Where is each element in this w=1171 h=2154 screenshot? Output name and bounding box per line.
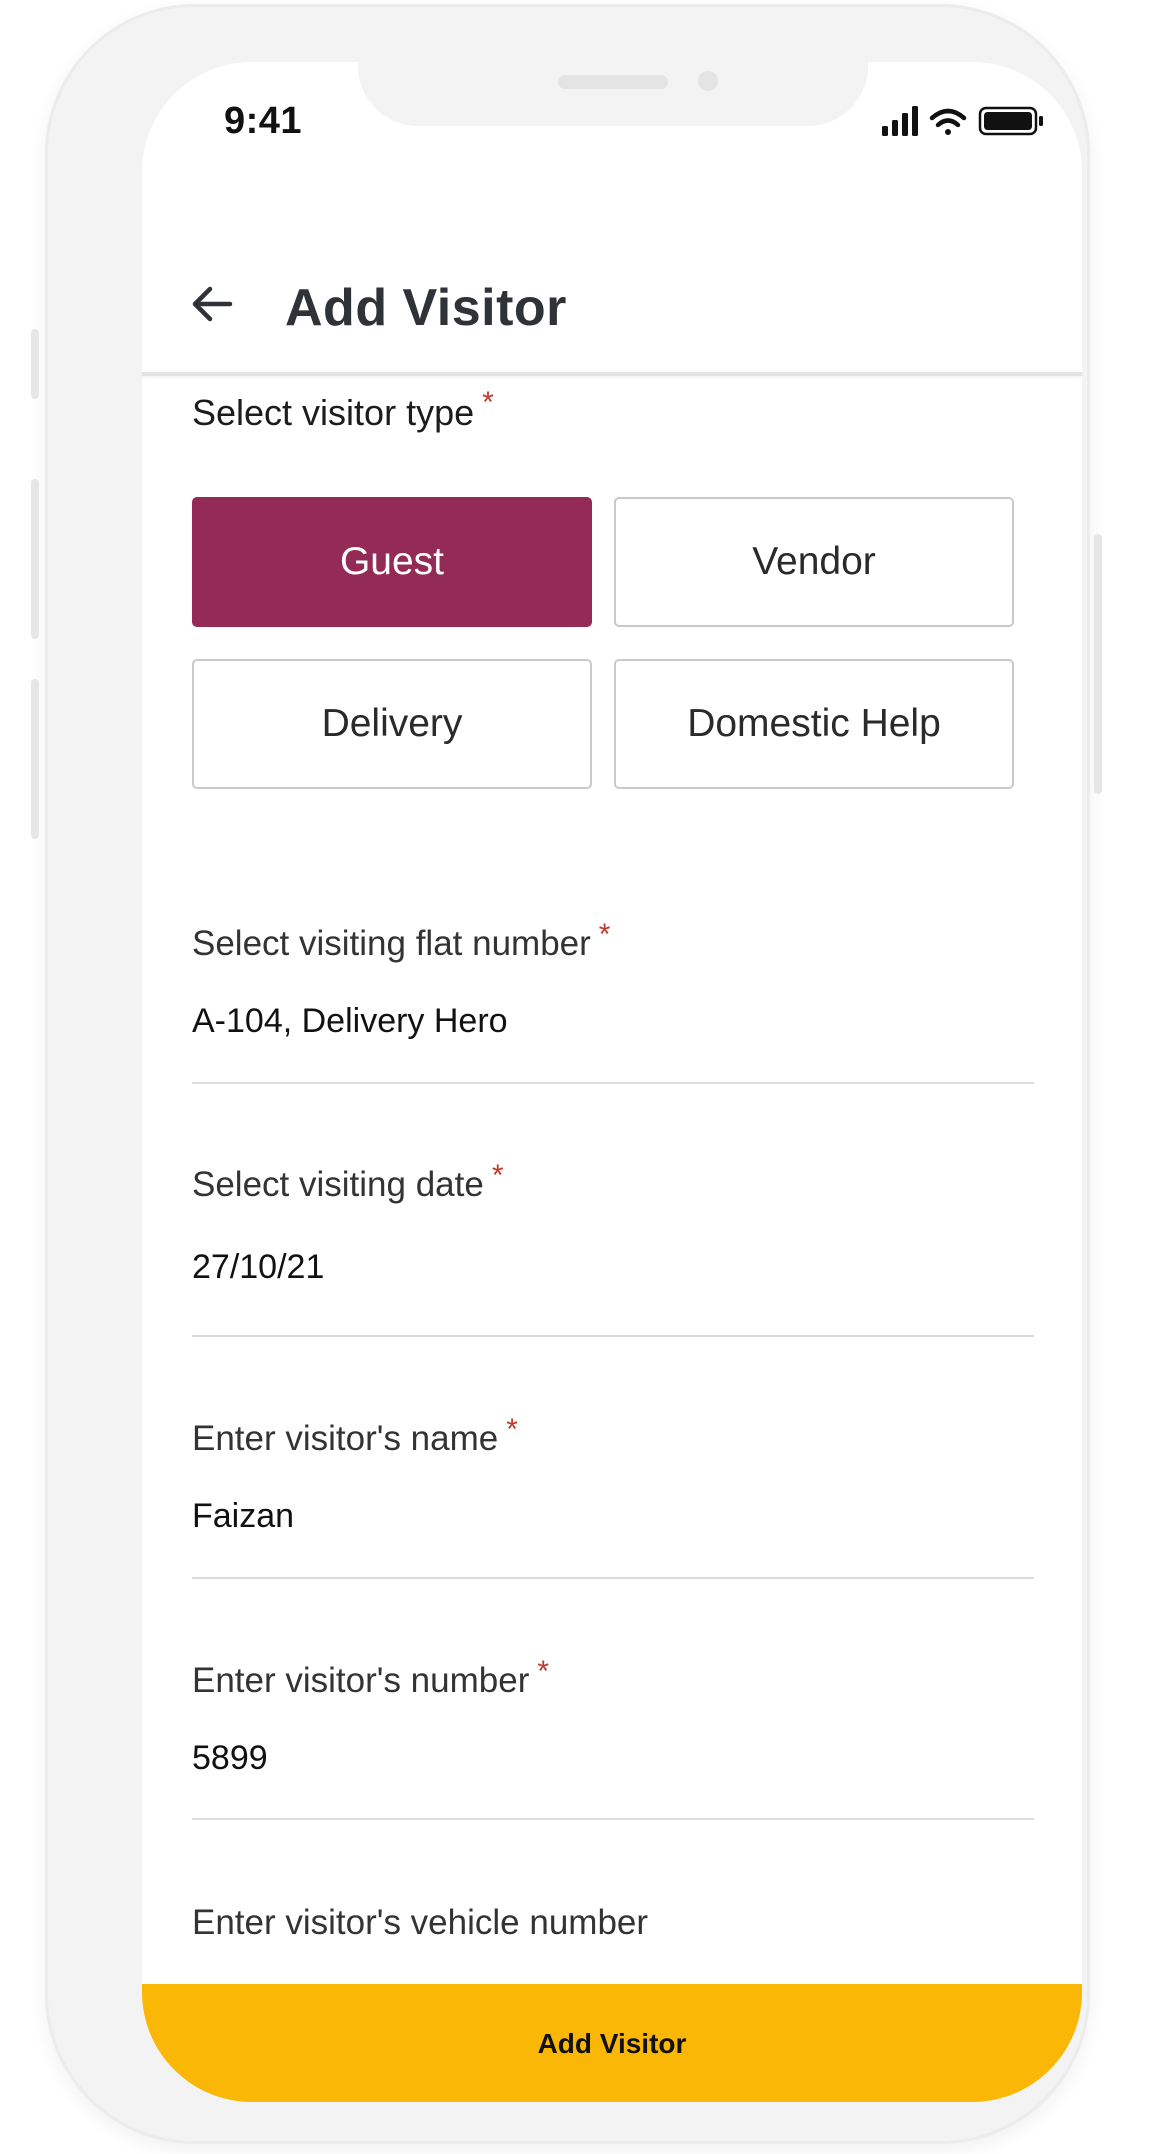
flat-number-label: Select visiting flat number * (192, 918, 610, 964)
page-title: Add Visitor (285, 279, 567, 337)
divider (192, 1082, 1034, 1084)
visitor-type-delivery-button[interactable]: Delivery (192, 659, 592, 789)
visitor-type-domestic-help-button[interactable]: Domestic Help (614, 659, 1014, 789)
visitor-type-label-text: Select visitor type (192, 392, 475, 433)
visitor-number-label: Enter visitor's number * (192, 1655, 549, 1701)
flat-number-label-text: Select visiting flat number (192, 924, 591, 963)
visitor-number-label-text: Enter visitor's number (192, 1661, 530, 1700)
visitor-name-label-text: Enter visitor's name (192, 1419, 499, 1458)
app-screen: 9:41 Add Visitor Select visitor type * G… (142, 62, 1082, 2102)
speaker (558, 75, 668, 89)
visitor-name-label: Enter visitor's name * (192, 1413, 518, 1459)
visitor-number-field[interactable]: 5899 (192, 1739, 268, 1778)
divider (192, 1577, 1034, 1579)
required-mark: * (537, 1655, 550, 1688)
battery-icon (978, 106, 1043, 136)
visitor-type-guest-button[interactable]: Guest (192, 497, 592, 627)
power-button (1094, 534, 1102, 794)
notch (358, 62, 868, 126)
status-time: 9:41 (224, 100, 303, 142)
vehicle-number-label: Enter visitor's vehicle number (192, 1903, 649, 1942)
volume-down-button (31, 679, 39, 839)
divider (192, 1335, 1034, 1337)
front-camera (698, 71, 718, 91)
back-arrow-icon[interactable] (190, 282, 234, 326)
visitor-type-label: Select visitor type * (192, 386, 494, 434)
visitor-type-vendor-button[interactable]: Vendor (614, 497, 1014, 627)
required-mark: * (598, 918, 611, 951)
required-mark: * (491, 1159, 504, 1192)
add-visitor-button[interactable]: Add Visitor (142, 1984, 1082, 2102)
status-icons (882, 104, 1052, 138)
volume-up-button (31, 479, 39, 639)
visiting-date-field[interactable]: 27/10/21 (192, 1248, 324, 1287)
phone-frame: 9:41 Add Visitor Select visitor type * G… (31, 4, 1102, 2144)
wifi-icon (929, 108, 967, 135)
visitor-name-field[interactable]: Faizan (192, 1497, 294, 1536)
signal-icon (882, 106, 918, 136)
mute-switch (31, 329, 39, 399)
required-mark: * (482, 386, 494, 419)
required-mark: * (506, 1413, 518, 1446)
visiting-date-label-text: Select visiting date (192, 1165, 484, 1204)
divider (192, 1818, 1034, 1820)
visiting-date-label: Select visiting date * (192, 1159, 504, 1205)
flat-number-field[interactable]: A-104, Delivery Hero (192, 1002, 508, 1041)
app-header: Add Visitor (142, 202, 1082, 376)
